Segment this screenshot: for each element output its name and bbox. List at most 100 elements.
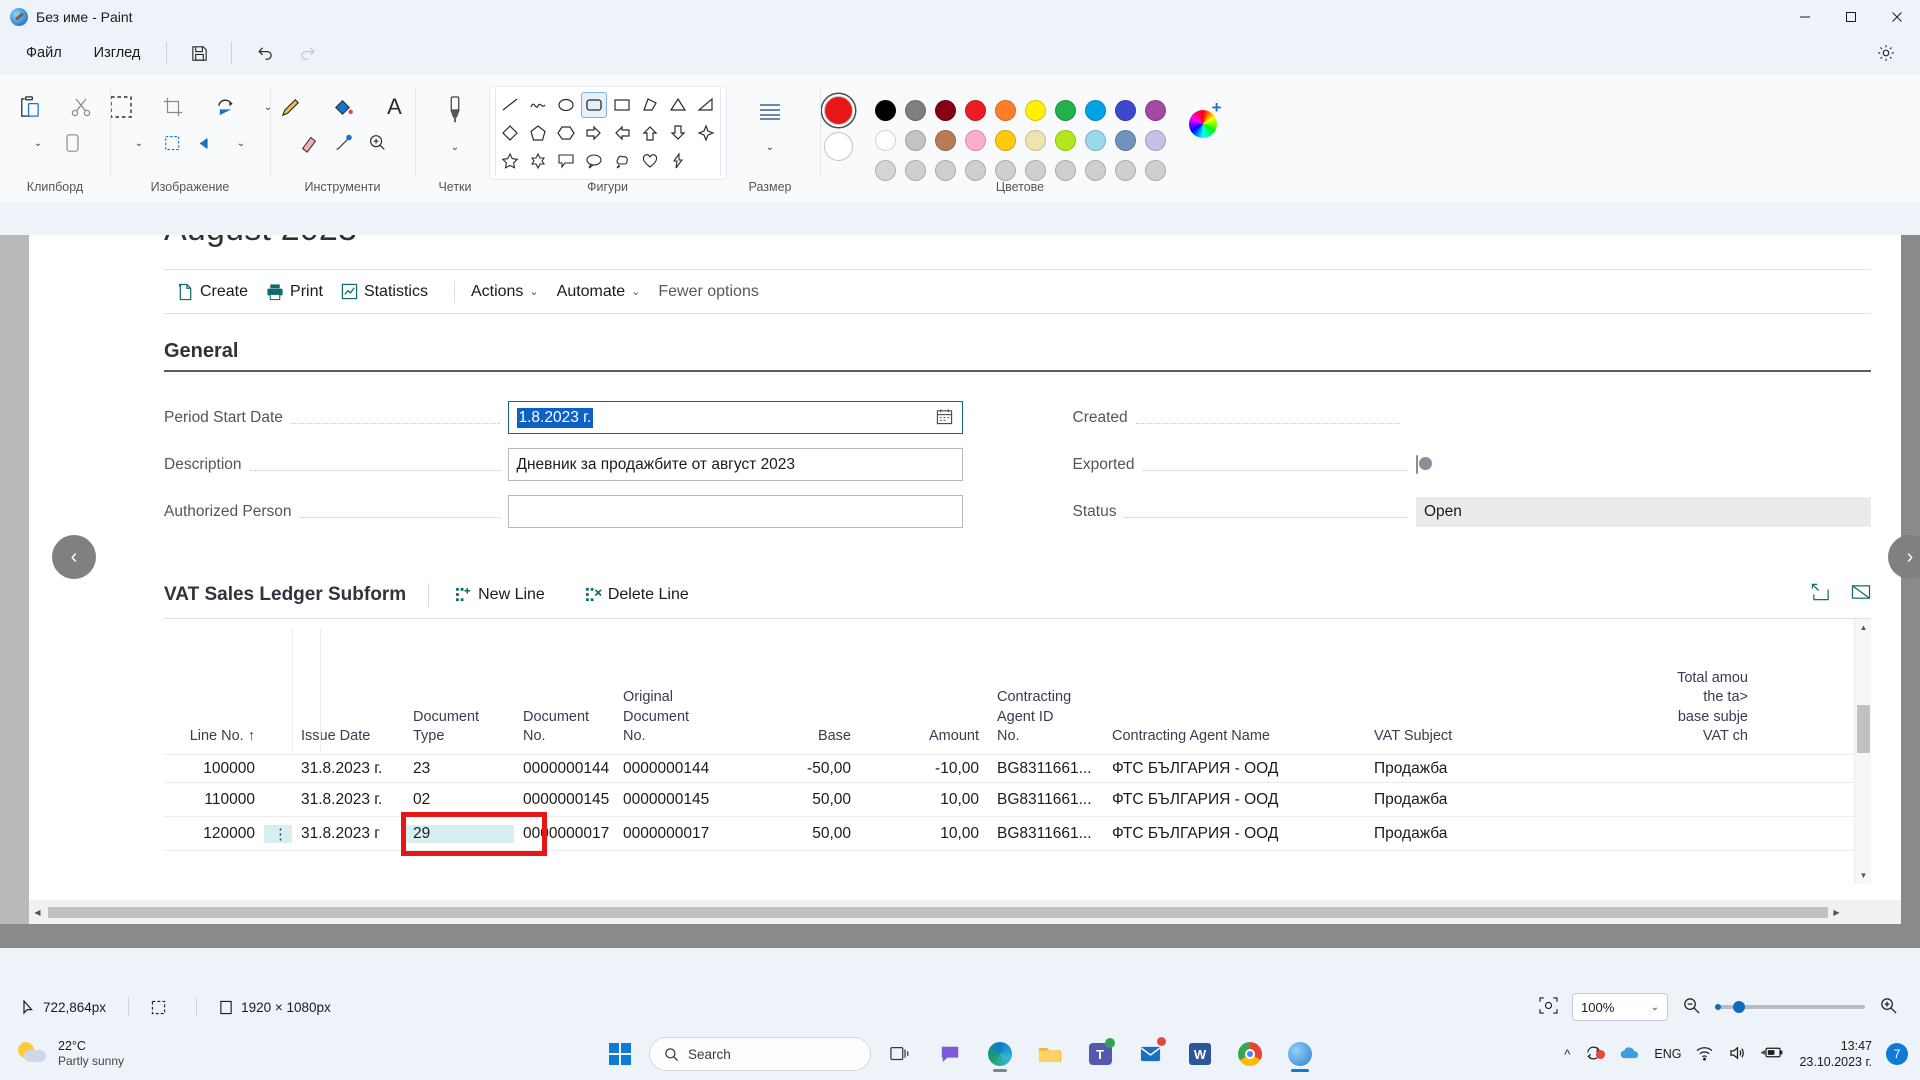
color-swatch-0-4[interactable] xyxy=(994,100,1016,121)
magnifier-icon[interactable] xyxy=(360,130,394,156)
shape-four-point-star-icon[interactable] xyxy=(693,120,719,146)
color-picker-icon[interactable] xyxy=(326,130,360,156)
grid-column-header[interactable]: Document No. xyxy=(514,708,614,754)
resize-button[interactable] xyxy=(156,130,190,156)
table-cell-agent_id[interactable]: BG8311661... xyxy=(988,825,1103,843)
shape-curve-icon[interactable] xyxy=(525,92,551,118)
menu-file[interactable]: Файл xyxy=(12,39,76,67)
table-cell-line_no[interactable]: 110000 xyxy=(164,791,264,809)
shape-rect-icon[interactable] xyxy=(609,92,635,118)
color-swatch-0-0[interactable] xyxy=(874,100,896,121)
bc-horizontal-scrollbar[interactable]: ◀ ▶ xyxy=(29,900,1901,924)
color-swatch-2-7[interactable] xyxy=(1084,160,1106,181)
table-cell-agent_id[interactable]: BG8311661... xyxy=(988,791,1103,809)
grid-column-header[interactable]: Document Type xyxy=(404,708,514,754)
color-swatch-1-3[interactable] xyxy=(964,130,986,151)
file-explorer-icon[interactable] xyxy=(1029,1033,1071,1075)
share-icon[interactable] xyxy=(1851,583,1871,606)
color-swatch-0-1[interactable] xyxy=(904,100,926,121)
table-cell-base[interactable]: 50,00 xyxy=(732,791,860,809)
weather-widget[interactable]: 22°C Partly sunny xyxy=(0,1039,124,1070)
automate-menu[interactable]: Automate ⌄ xyxy=(553,283,655,301)
color-swatch-2-3[interactable] xyxy=(964,160,986,181)
create-button[interactable]: Create xyxy=(173,283,262,301)
color-swatch-2-5[interactable] xyxy=(1024,160,1046,181)
chat-icon[interactable] xyxy=(929,1033,971,1075)
shape-oval-callout-icon[interactable] xyxy=(581,148,607,174)
color-swatch-1-8[interactable] xyxy=(1114,130,1136,151)
start-button[interactable] xyxy=(599,1033,641,1075)
grid-column-header[interactable]: Contracting Agent ID No. xyxy=(988,688,1103,754)
fit-to-window-icon[interactable] xyxy=(1539,997,1558,1017)
select-dropdown[interactable]: ⌄ xyxy=(122,130,156,156)
grid-column-header[interactable]: Issue Date xyxy=(292,727,404,754)
shape-hexagon-icon[interactable] xyxy=(553,120,579,146)
table-cell-document_no[interactable]: 0000000145 xyxy=(514,791,614,809)
color-swatch-1-1[interactable] xyxy=(904,130,926,151)
color-swatch-1-5[interactable] xyxy=(1024,130,1046,151)
brush-icon[interactable] xyxy=(429,88,481,134)
edit-colors-icon[interactable] xyxy=(1188,98,1222,138)
shape-six-point-star-icon[interactable] xyxy=(525,148,551,174)
shape-lightning-icon[interactable] xyxy=(665,148,691,174)
color-swatch-1-7[interactable] xyxy=(1084,130,1106,151)
taskbar-search[interactable]: Search xyxy=(649,1037,871,1071)
delete-line-button[interactable]: Delete Line xyxy=(581,586,703,604)
size-dropdown[interactable]: ⌄ xyxy=(753,134,787,160)
rotate-button[interactable] xyxy=(199,84,251,130)
wifi-icon[interactable] xyxy=(1695,1045,1714,1064)
shape-pentagon-icon[interactable] xyxy=(525,120,551,146)
color-swatch-0-2[interactable] xyxy=(934,100,956,121)
table-cell-base[interactable]: 50,00 xyxy=(732,825,860,843)
color-swatch-2-1[interactable] xyxy=(904,160,926,181)
paint-taskbar-icon[interactable] xyxy=(1279,1033,1321,1075)
paste-button[interactable] xyxy=(3,84,55,130)
color-swatch-0-7[interactable] xyxy=(1084,100,1106,121)
table-cell-original_document_no[interactable]: 0000000144 xyxy=(614,760,732,778)
maximize-button[interactable] xyxy=(1828,0,1874,33)
edge-icon[interactable] xyxy=(979,1033,1021,1075)
grid-scroll-thumb[interactable] xyxy=(1857,705,1870,753)
hscroll-left-arrow[interactable]: ◀ xyxy=(29,908,46,917)
color-swatch-2-6[interactable] xyxy=(1054,160,1076,181)
close-button[interactable] xyxy=(1874,0,1920,33)
color-swatch-2-9[interactable] xyxy=(1144,160,1166,181)
shape-diamond-icon[interactable] xyxy=(497,120,523,146)
paste-dropdown[interactable]: ⌄ xyxy=(21,130,55,156)
shape-rounded-rect-icon[interactable] xyxy=(580,92,607,118)
tray-overflow-icon[interactable]: ^ xyxy=(1564,1047,1570,1062)
table-cell-amount[interactable]: 10,00 xyxy=(860,825,988,843)
table-cell-original_document_no[interactable]: 0000000017 xyxy=(614,825,732,843)
crop-button[interactable] xyxy=(147,84,199,130)
color-swatch-2-2[interactable] xyxy=(934,160,956,181)
menu-view[interactable]: Изглед xyxy=(80,39,155,67)
statistics-button[interactable]: Statistics xyxy=(337,283,442,301)
grid-column-header[interactable]: Line No. ↑ xyxy=(164,727,264,754)
color-swatch-1-4[interactable] xyxy=(994,130,1016,151)
fewer-options-button[interactable]: Fewer options xyxy=(654,283,773,301)
grid-vertical-scrollbar[interactable]: ▲ ▼ xyxy=(1854,619,1871,884)
shape-arrow-right-icon[interactable] xyxy=(581,120,607,146)
grid-column-header[interactable] xyxy=(264,747,292,754)
grid-column-header[interactable]: Total amou the ta> base subje VAT ch xyxy=(1637,669,1757,754)
outlook-icon[interactable] xyxy=(1129,1033,1171,1075)
shape-cloud-callout-icon[interactable] xyxy=(609,148,635,174)
color-swatch-2-8[interactable] xyxy=(1114,160,1136,181)
table-cell-issue_date[interactable]: 31.8.2023 г. xyxy=(292,760,404,778)
table-cell-agent_name[interactable]: ФТС БЪЛГАРИЯ - ООД xyxy=(1103,825,1365,843)
zoom-out-button[interactable] xyxy=(1682,996,1701,1018)
hscroll-right-arrow[interactable]: ▶ xyxy=(1828,908,1845,917)
save-icon[interactable] xyxy=(179,37,219,69)
color-swatch-1-9[interactable] xyxy=(1144,130,1166,151)
table-cell-line_no[interactable]: 120000 xyxy=(164,825,264,843)
grid-column-header[interactable]: Original Document No. xyxy=(614,688,732,754)
color-palette[interactable] xyxy=(871,96,1171,186)
grid-column-header[interactable]: Amount xyxy=(860,727,988,754)
table-row[interactable]: 100000 31.8.2023 г. 23 0000000144 0000000144… xyxy=(164,754,1871,782)
color-swatch-1-2[interactable] xyxy=(934,130,956,151)
color-swatch-0-6[interactable] xyxy=(1054,100,1076,121)
onedrive-icon[interactable] xyxy=(1618,1045,1640,1064)
notification-badge[interactable]: 7 xyxy=(1886,1043,1908,1065)
shape-five-point-star-icon[interactable] xyxy=(497,148,523,174)
table-cell-document_type[interactable]: 02 xyxy=(404,791,514,809)
